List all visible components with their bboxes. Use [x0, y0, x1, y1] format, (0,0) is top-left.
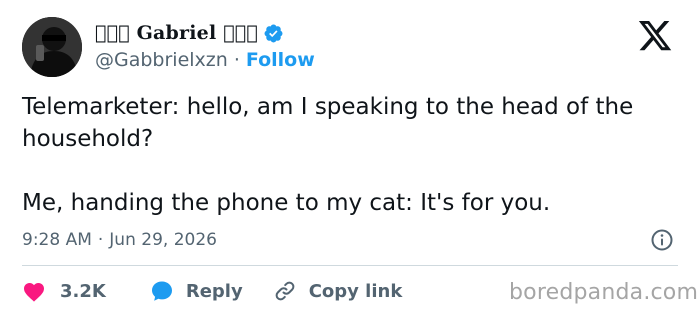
reply-label: Reply: [185, 280, 243, 302]
like-button[interactable]: 3.2K: [22, 280, 106, 302]
tweet-timestamp[interactable]: 9:28 AM · Jun 29, 2026: [22, 227, 217, 253]
timestamp-separator: ·: [97, 230, 104, 250]
follow-button[interactable]: Follow: [246, 49, 315, 71]
verified-badge-icon: [263, 23, 284, 44]
handle-separator: ·: [233, 49, 240, 71]
tweet-paragraph: Telemarketer: hello, am I speaking to th…: [22, 94, 634, 152]
avatar[interactable]: [22, 17, 82, 77]
reply-button[interactable]: Reply: [150, 279, 243, 303]
tweet-actions: 3.2K Reply Copy link: [22, 276, 402, 306]
avatar-image: [22, 17, 82, 77]
watermark: boredpanda.com: [509, 280, 699, 305]
author-name-row:   ☘ Gabriel ☘  : [95, 19, 284, 47]
like-count: 3.2K: [60, 280, 106, 302]
author-display-name[interactable]:   ☘ Gabriel ☘  : [95, 22, 258, 44]
x-logo-icon[interactable]: [637, 21, 673, 54]
copy-link-button[interactable]: Copy link: [273, 279, 403, 303]
heart-icon: [22, 280, 46, 302]
tweet-time: 9:28 AM: [22, 230, 92, 250]
link-icon: [273, 279, 297, 303]
divider: [22, 265, 678, 266]
tweet-date: Jun 29, 2026: [109, 230, 217, 250]
speech-bubble-icon: [150, 279, 174, 303]
info-icon[interactable]: [650, 228, 674, 252]
author-handle[interactable]: @Gabbrielxzn: [95, 49, 228, 71]
author-handle-row: @Gabbrielxzn · Follow: [95, 48, 315, 72]
tweet-paragraph: Me, handing the phone to my cat: It's fo…: [22, 190, 551, 216]
copy-link-label: Copy link: [308, 280, 403, 302]
tweet-text: Telemarketer: hello, am I speaking to th…: [22, 91, 682, 219]
